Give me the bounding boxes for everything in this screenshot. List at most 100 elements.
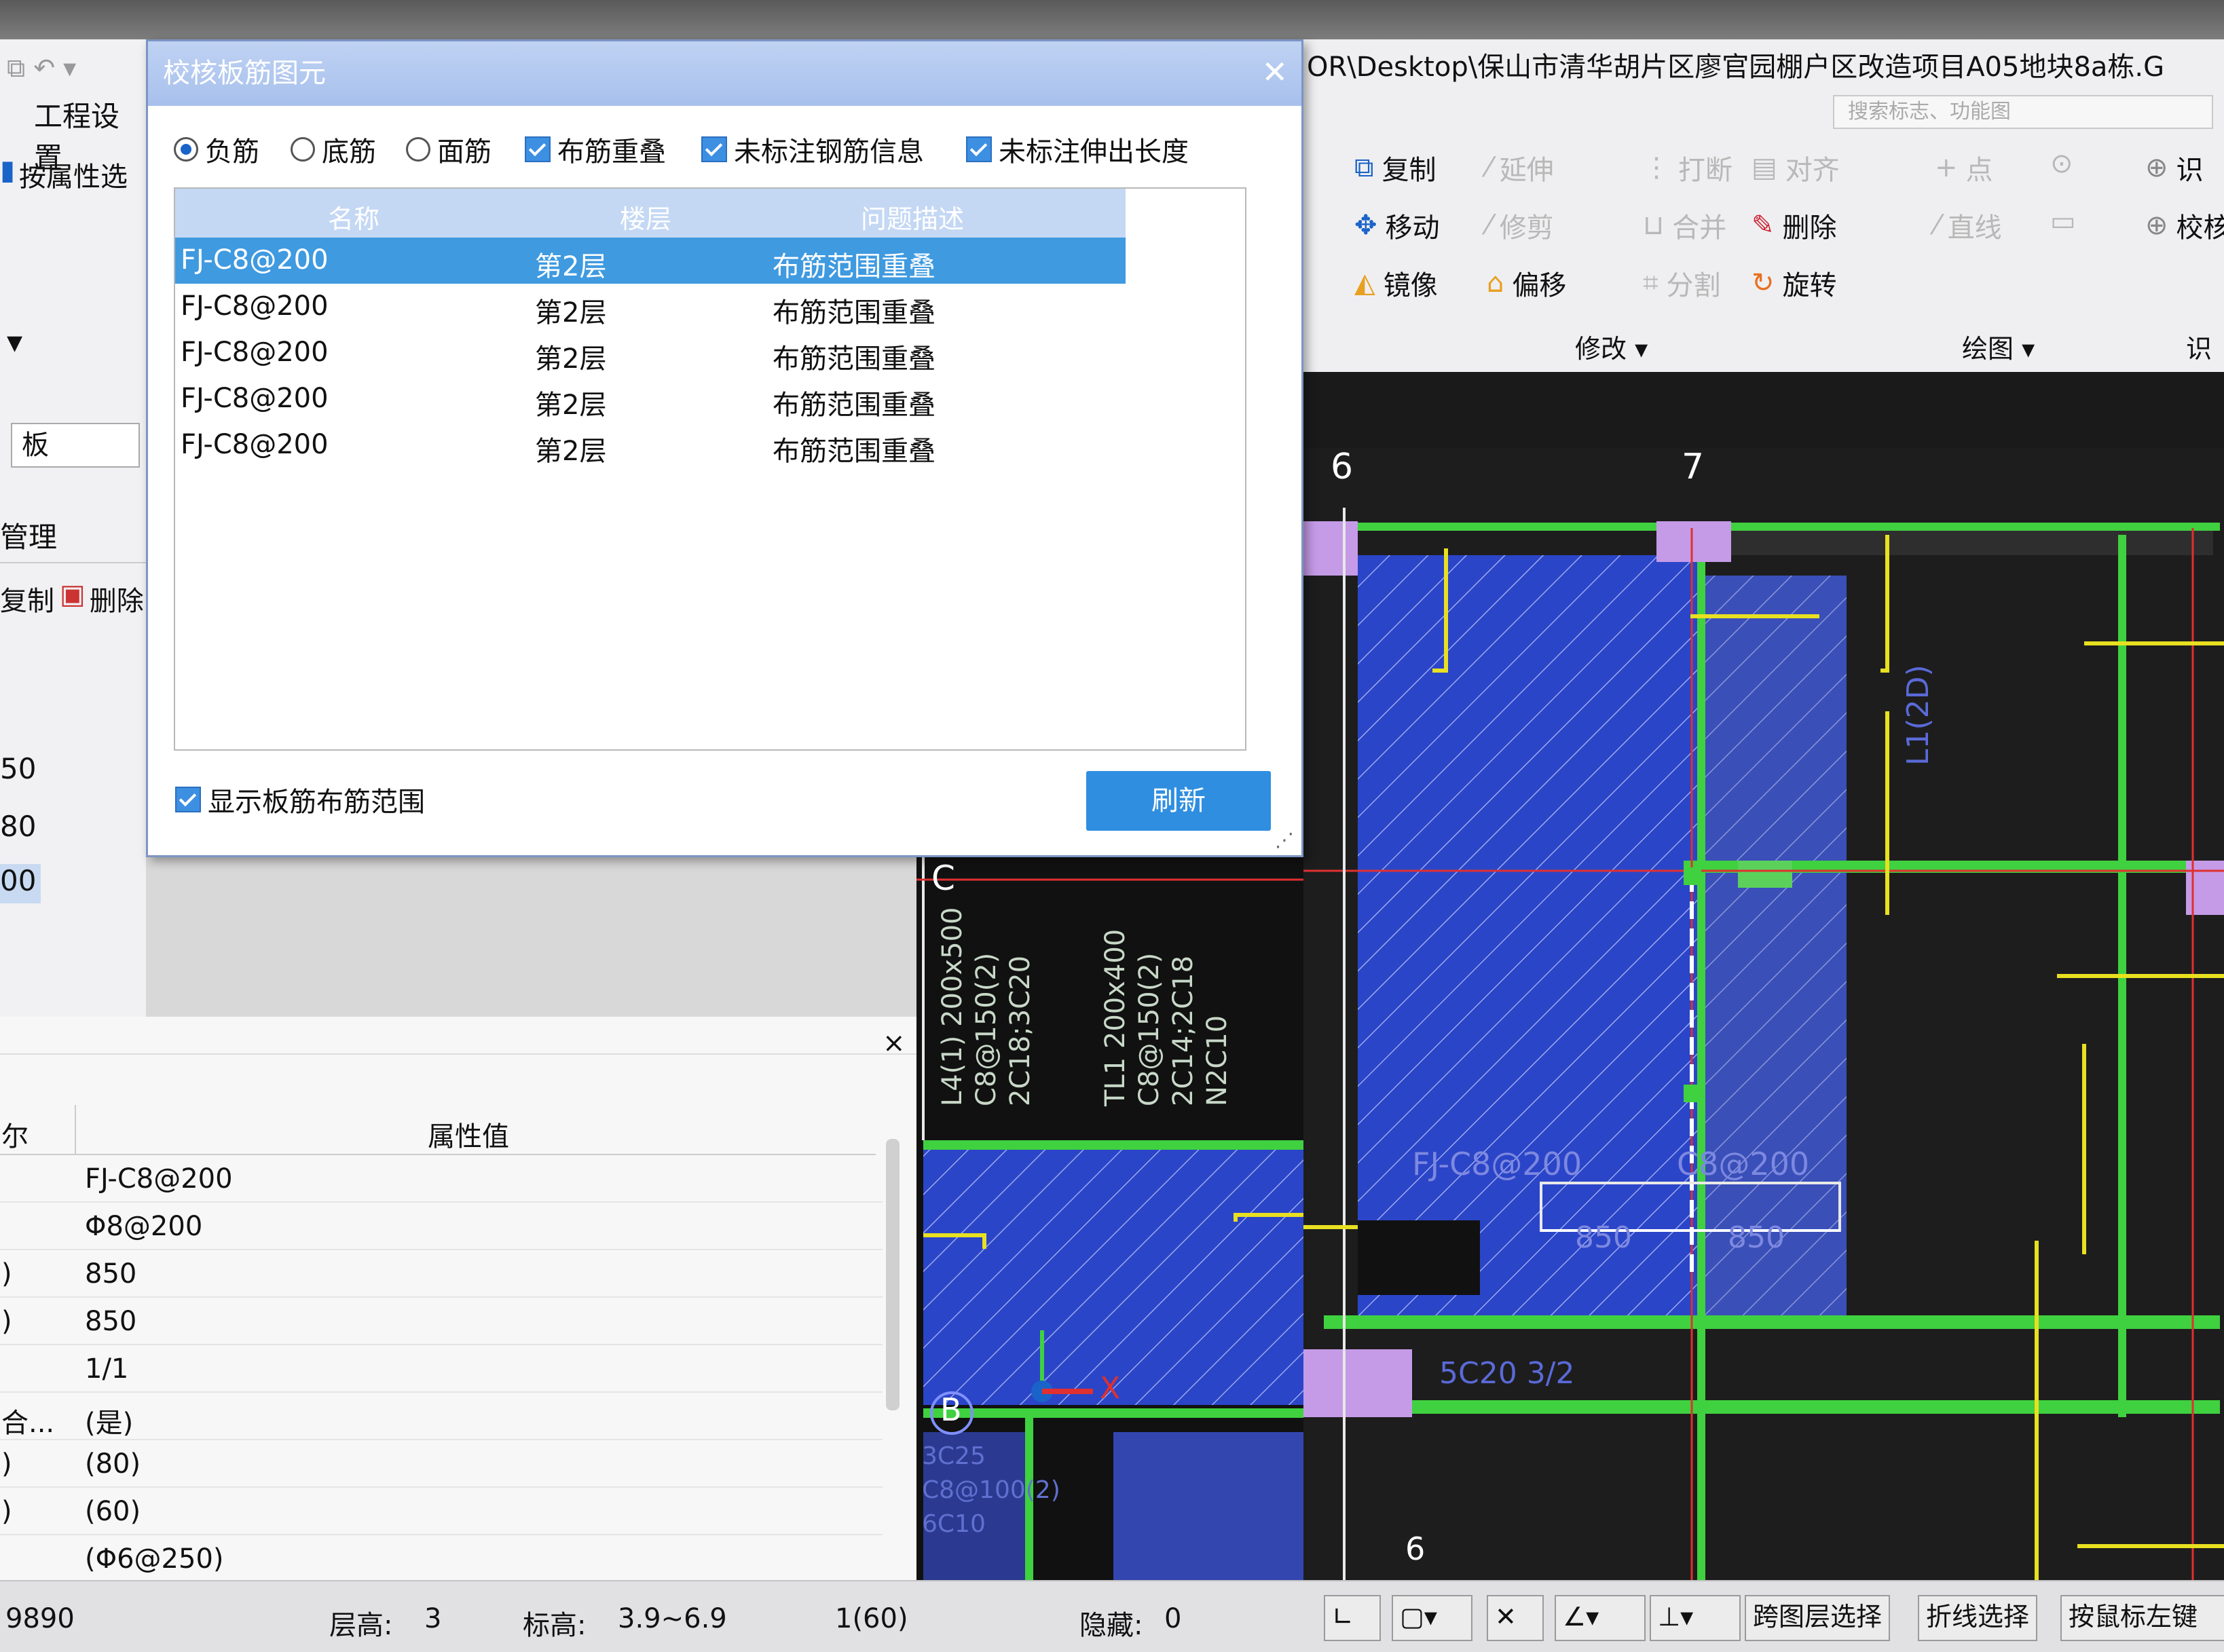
cell-name: FJ-C8@200 (181, 290, 329, 322)
draw-group-label[interactable]: 绘图 ▾ (1962, 328, 2035, 365)
split-tool[interactable]: ⌗ 分割 (1643, 263, 1721, 303)
filter-by-attribute-button[interactable]: ▮ 按属性选 (0, 155, 128, 194)
copy-button[interactable]: 复制 (0, 579, 54, 618)
trim-tool[interactable]: ⁄ 修剪 (1487, 206, 1554, 245)
hidden-label: 隐藏: (1079, 1610, 1143, 1641)
cell-issue: 布筋范围重叠 (773, 390, 935, 421)
trim-icon: ⁄ (1487, 210, 1491, 241)
annotation-7: N2C10 (1202, 1015, 1233, 1106)
refresh-button[interactable]: 刷新 (1086, 771, 1271, 831)
radio-indicator (291, 137, 315, 162)
property-row[interactable]: FJ-C8@200 (0, 1154, 883, 1203)
modify-group-label[interactable]: 修改 ▾ (1575, 328, 1648, 365)
align-tool[interactable]: ▤ 对齐 (1752, 148, 1840, 187)
element-type-select[interactable]: 板 (11, 423, 140, 468)
issues-table: 名称 楼层 问题描述 FJ-C8@200 第2层 布筋范围重叠 FJ-C8@200 第2… (174, 187, 1246, 751)
merge-tool[interactable]: ⊔ 合并 (1643, 206, 1726, 245)
check-overlap[interactable]: 布筋重叠 (525, 130, 666, 169)
cross-layer-select-button[interactable]: 跨图层选择 (1745, 1595, 1891, 1641)
axis-label-6-bottom: 6 (1405, 1531, 1426, 1567)
check-tool[interactable]: ⊕ 校核 (2145, 206, 2224, 245)
align-label: 对齐 (1785, 155, 1840, 186)
align-icon: ▤ (1752, 152, 1777, 183)
table-row[interactable]: FJ-C8@200 第2层 布筋范围重叠 (175, 376, 1126, 422)
snap-icon[interactable]: ⊥▾ (1650, 1595, 1741, 1641)
cell-floor: 第2层 (535, 436, 607, 467)
property-row[interactable]: 合... (是) (0, 1391, 883, 1440)
quick-access-icons[interactable]: ⧉ ↶ ▾ (7, 53, 76, 83)
beam-mid (1324, 1315, 2220, 1329)
rotate-tool[interactable]: ↻ 旋转 (1752, 263, 1837, 303)
table-row[interactable]: FJ-C8@200 第2层 布筋范围重叠 (175, 422, 1126, 468)
copy-tool[interactable]: ⧉ 复制 (1354, 148, 1437, 187)
point-tool[interactable]: + 点 (1935, 148, 1993, 187)
table-row[interactable]: FJ-C8@200 第2层 布筋范围重叠 (175, 284, 1126, 330)
select-box-icon[interactable]: ▢▾ (1392, 1595, 1472, 1641)
value-3[interactable]: 00 (0, 864, 41, 903)
ortho-icon[interactable]: ∟ (1324, 1595, 1381, 1641)
circle-icon[interactable]: ⊙ (2050, 148, 2073, 179)
delete-button[interactable]: ▣ 删除 (60, 579, 144, 618)
extend-tool[interactable]: ⁄ 延伸 (1487, 148, 1554, 187)
title-bar (0, 0, 2224, 39)
rotate-label: 旋转 (1782, 270, 1837, 301)
move-tool[interactable]: ✥ 移动 (1354, 206, 1440, 245)
axis-label-6: 6 (1331, 447, 1354, 487)
table-row[interactable]: FJ-C8@200 第2层 布筋范围重叠 (175, 238, 1126, 284)
check-unlabeled-info[interactable]: 未标注钢筋信息 (701, 130, 924, 169)
search-input[interactable]: 搜索标志、功能图 (1833, 95, 2213, 129)
move-icon: ✥ (1354, 210, 1377, 241)
break-icon: ⋮ (1643, 152, 1670, 183)
identify-tool[interactable]: ⊕ 识 (2145, 148, 2204, 187)
radio-negative-label: 负筋 (205, 136, 259, 168)
property-row[interactable]: (Φ6@250) (0, 1534, 883, 1583)
cross-select-icon[interactable]: ✕ (1487, 1595, 1544, 1641)
delete-tool-label: 删除 (1782, 212, 1837, 244)
polyline-select-button[interactable]: 折线选择 (1918, 1595, 2038, 1641)
property-row[interactable]: ) 850 (0, 1249, 883, 1298)
rectangle-icon[interactable]: ▭ (2050, 206, 2076, 237)
bottom-note-3: 6C10 (922, 1510, 986, 1538)
mouse-left-button[interactable]: 按鼠标左键 (2060, 1595, 2224, 1641)
beam-label: L1(2D) (1901, 664, 1935, 766)
property-row[interactable]: ) 850 (0, 1296, 883, 1345)
check-overlap-label: 布筋重叠 (557, 136, 666, 168)
checkbox-indicator (966, 136, 992, 162)
angle-icon[interactable]: ∠▾ (1555, 1595, 1646, 1641)
radio-negative-rebar[interactable]: 负筋 (174, 130, 259, 169)
dim-label-1: 850 (1575, 1220, 1632, 1255)
mirror-tool[interactable]: ◭ 镜像 (1354, 263, 1438, 303)
point-icon: + (1935, 152, 1958, 183)
offset-tool[interactable]: ⌂ 偏移 (1487, 263, 1566, 303)
close-icon[interactable]: × (883, 1028, 906, 1059)
x-axis-label: X (1100, 1371, 1121, 1406)
drawing-svg (1303, 448, 2224, 1580)
property-value: FJ-C8@200 (85, 1163, 233, 1195)
properties-scrollbar[interactable] (886, 1139, 900, 1410)
property-row[interactable]: Φ8@200 (0, 1201, 883, 1250)
line-tool[interactable]: ⁄ 直线 (1935, 206, 2002, 245)
prop-value-header: 属性值 (428, 1121, 509, 1152)
check-unlabeled-length-label: 未标注伸出长度 (999, 136, 1189, 168)
resize-grip-icon[interactable]: ⋰ (1275, 829, 1294, 851)
break-tool[interactable]: ⋮ 打断 (1643, 148, 1732, 187)
delete-tool[interactable]: ✎ 删除 (1752, 206, 1837, 245)
close-icon[interactable]: ✕ (1261, 54, 1288, 90)
check-unlabeled-length[interactable]: 未标注伸出长度 (966, 130, 1189, 169)
check-show-range[interactable]: 显示板筋布筋范围 (175, 780, 425, 819)
property-row[interactable]: ) (60) (0, 1486, 883, 1535)
cad-canvas[interactable]: 6 7 FJ-C8@200 C8@200 850 850 L1(2D) 5C20… (1303, 372, 2224, 1580)
tab-manage[interactable]: 管理 (0, 514, 146, 563)
filter-label: 按属性选 (19, 162, 128, 193)
check-label: 校核 (2176, 212, 2224, 244)
chevron-down-icon[interactable]: ▼ (7, 331, 22, 355)
radio-bottom-rebar[interactable]: 底筋 (291, 130, 376, 169)
col-name: 名称 (328, 204, 380, 234)
table-row[interactable]: FJ-C8@200 第2层 布筋范围重叠 (175, 330, 1126, 376)
property-row[interactable]: 1/1 (0, 1344, 883, 1393)
cell-name: FJ-C8@200 (181, 383, 329, 414)
radio-top-rebar[interactable]: 面筋 (406, 130, 492, 169)
radio-indicator (174, 137, 198, 162)
cad-canvas-lower[interactable]: C B X L4(1) 200x500 C8@150(2) 2C18;3C20 … (916, 855, 1303, 1580)
property-row[interactable]: ) (80) (0, 1439, 883, 1488)
